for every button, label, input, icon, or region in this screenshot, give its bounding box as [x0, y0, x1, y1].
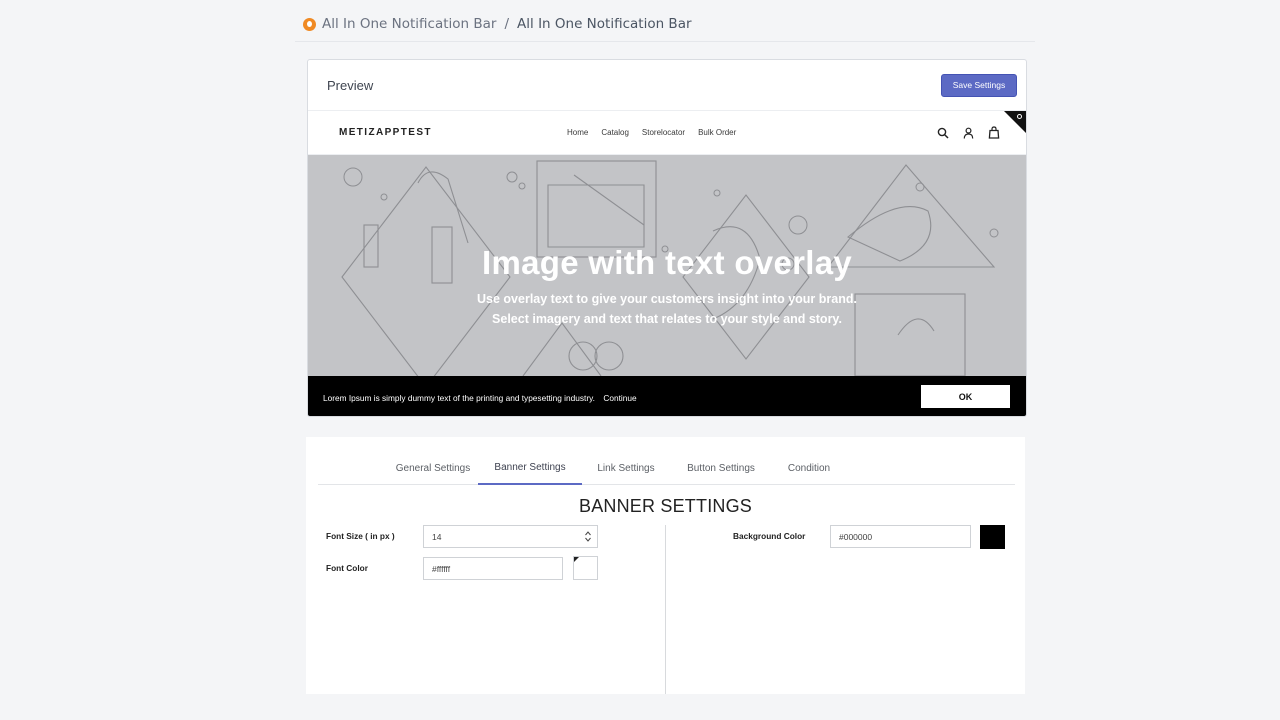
tab-link-settings[interactable]: Link Settings — [582, 451, 670, 485]
section-title: BANNER SETTINGS — [578, 496, 753, 516]
store-navbar: METIZAPPTEST Home Catalog Storelocator B… — [308, 111, 1026, 155]
store-menu-home[interactable]: Home — [567, 128, 588, 137]
stepper-arrows-icon[interactable] — [585, 530, 591, 543]
search-icon[interactable] — [937, 127, 949, 139]
app-root: All In One Notification Bar / All In One… — [0, 0, 1280, 720]
background-color-value: #000000 — [839, 531, 873, 542]
preview-card: Preview Save Settings METIZAPPTEST Home … — [307, 59, 1027, 417]
swatch-corner-icon — [574, 557, 579, 562]
store-menu: Home Catalog Storelocator Bulk Order — [567, 128, 736, 137]
tab-condition[interactable]: Condition — [774, 451, 844, 485]
background-color-swatch[interactable] — [980, 525, 1005, 549]
notification-bar-preview: Lorem Ipsum is simply dummy text of the … — [308, 376, 1026, 416]
font-size-value: 14 — [432, 531, 442, 542]
column-divider — [665, 525, 666, 694]
preview-header: Preview Save Settings — [308, 60, 1026, 111]
cart-icon[interactable] — [988, 126, 1000, 139]
breadcrumb: All In One Notification Bar / All In One… — [303, 15, 692, 33]
breadcrumb-current: All In One Notification Bar — [517, 16, 692, 32]
font-color-swatch[interactable] — [573, 556, 598, 580]
font-color-value: #ffffff — [432, 563, 451, 574]
background-color-input[interactable]: #000000 — [830, 525, 971, 548]
breadcrumb-separator: / — [504, 16, 510, 32]
breadcrumb-parent-link[interactable]: All In One Notification Bar — [322, 16, 496, 32]
hero-image: Image with text overlay Use overlay text… — [308, 155, 1026, 376]
font-color-input[interactable]: #ffffff — [423, 557, 563, 580]
font-size-input[interactable]: 14 — [423, 525, 598, 548]
notification-message: Lorem Ipsum is simply dummy text of the … — [323, 388, 637, 406]
hero-subtitle-line1: Use overlay text to give your customers … — [477, 292, 857, 306]
tab-button-settings[interactable]: Button Settings — [676, 451, 766, 485]
store-menu-bulk-order[interactable]: Bulk Order — [698, 128, 736, 137]
notification-ok-button[interactable]: OK — [921, 385, 1010, 408]
store-logo[interactable]: METIZAPPTEST — [339, 127, 432, 138]
font-size-label: Font Size ( in px ) — [326, 531, 395, 541]
ribbon-dot-icon — [1017, 114, 1022, 119]
settings-card: General Settings Banner Settings Link Se… — [306, 437, 1025, 694]
preview-title: Preview — [327, 77, 374, 93]
header-divider — [295, 41, 1035, 42]
background-color-label: Background Color — [733, 531, 806, 541]
store-menu-catalog[interactable]: Catalog — [601, 128, 629, 137]
font-color-label: Font Color — [326, 563, 368, 573]
tab-general-settings[interactable]: General Settings — [385, 451, 481, 485]
save-settings-button[interactable]: Save Settings — [941, 73, 1017, 97]
settings-tabs: General Settings Banner Settings Link Se… — [318, 451, 1015, 485]
store-menu-storelocator[interactable]: Storelocator — [642, 128, 685, 137]
app-logo-icon — [303, 17, 316, 31]
hero-title: Image with text overlay — [481, 244, 853, 281]
hero-subtitle-line2: Select imagery and text that relates to … — [492, 312, 842, 326]
store-icons — [937, 126, 1000, 139]
account-icon[interactable] — [963, 127, 974, 139]
notification-continue-link[interactable]: Continue — [603, 393, 636, 403]
notification-text: Lorem Ipsum is simply dummy text of the … — [323, 392, 595, 403]
corner-ribbon — [1004, 111, 1026, 133]
tab-banner-settings[interactable]: Banner Settings — [478, 451, 582, 485]
